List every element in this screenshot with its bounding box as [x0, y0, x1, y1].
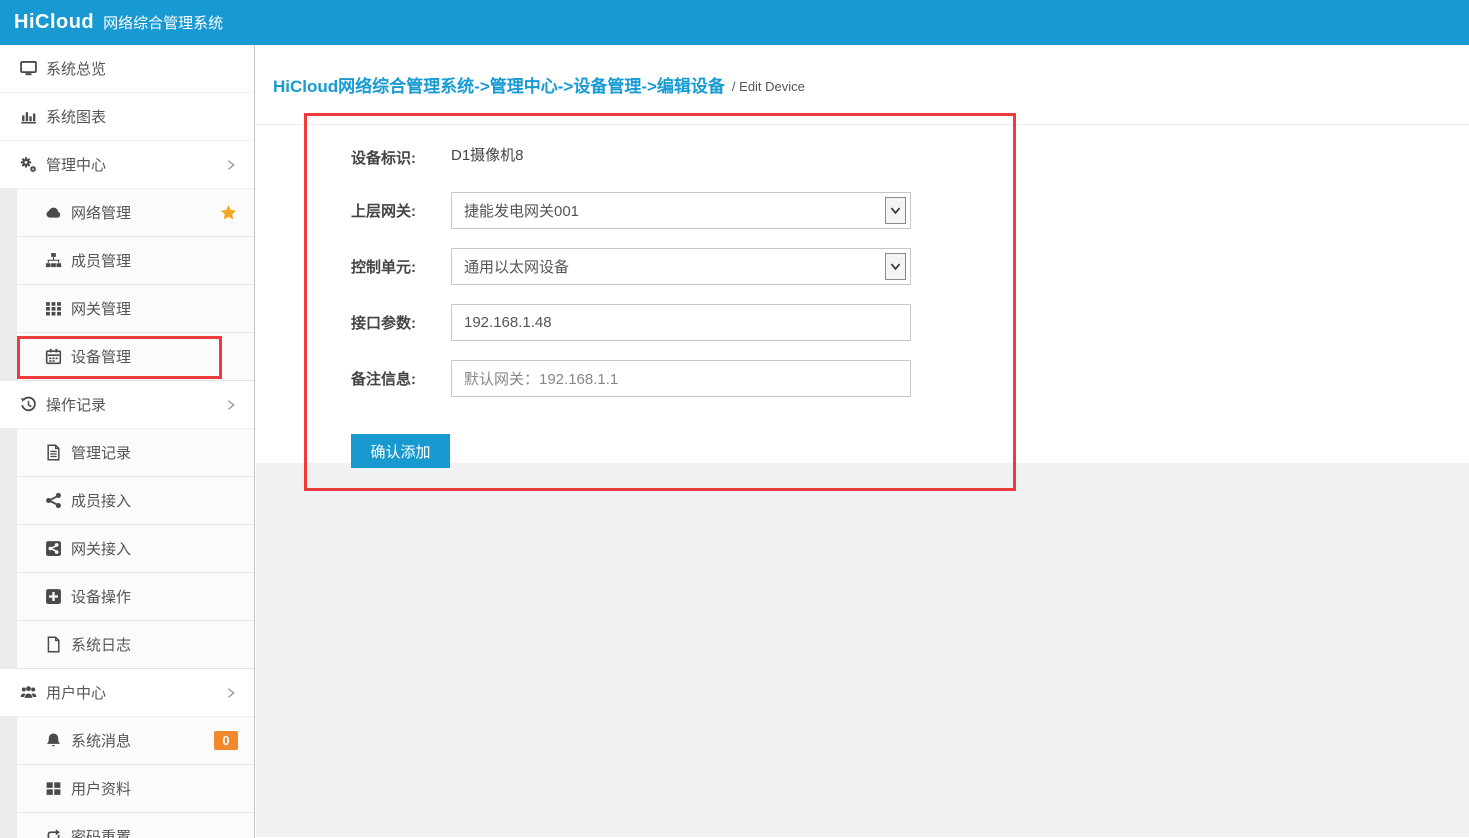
sidebar: 系统总览 系统图表 管理中心 网络管理 成员管理 网关管理 设备管理 操作记录 [0, 45, 255, 838]
op-records-submenu: 管理记录 成员接入 网关接入 设备操作 系统日志 [0, 429, 254, 669]
app-title: 网络综合管理系统 [103, 12, 223, 33]
chevron-right-icon [224, 686, 238, 700]
topbar: HiCloud 网络综合管理系统 [0, 0, 1469, 45]
sidebar-item-system-messages[interactable]: 系统消息 0 [17, 717, 254, 765]
sidebar-item-password-reset[interactable]: 密码重置 [17, 813, 254, 838]
admin-center-submenu: 网络管理 成员管理 网关管理 设备管理 [0, 189, 254, 381]
bar-chart-icon [20, 108, 37, 125]
gateway-label: 上层网关: [351, 200, 451, 221]
sidebar-item-op-records[interactable]: 操作记录 [0, 381, 254, 429]
control-unit-row: 控制单元: 通用以太网设备 [351, 248, 1469, 285]
sidebar-item-label: 系统日志 [71, 634, 131, 655]
main-content: HiCloud网络综合管理系统->管理中心->设备管理->编辑设备 / Edit… [256, 45, 1469, 838]
brand-logo: HiCloud [14, 11, 94, 34]
sidebar-item-network-mgmt[interactable]: 网络管理 [17, 189, 254, 237]
sidebar-item-gateway-access[interactable]: 网关接入 [17, 525, 254, 573]
dropdown-arrow-icon[interactable] [885, 197, 906, 224]
remark-label: 备注信息: [351, 368, 451, 389]
sidebar-item-label: 系统总览 [46, 58, 106, 79]
sidebar-item-system-charts[interactable]: 系统图表 [0, 93, 254, 141]
share-square-icon [45, 540, 62, 557]
sidebar-item-label: 网关管理 [71, 298, 131, 319]
sidebar-item-label: 管理中心 [46, 154, 106, 175]
grid-icon [45, 300, 62, 317]
device-id-label: 设备标识: [351, 147, 451, 168]
confirm-add-button[interactable]: 确认添加 [351, 434, 450, 468]
sidebar-item-label: 密码重置 [71, 826, 131, 838]
sidebar-item-system-overview[interactable]: 系统总览 [0, 45, 254, 93]
th-large-icon [45, 780, 62, 797]
sidebar-item-device-ops[interactable]: 设备操作 [17, 573, 254, 621]
sidebar-item-label: 操作记录 [46, 394, 106, 415]
cloud-icon [45, 204, 62, 221]
breadcrumb: HiCloud网络综合管理系统->管理中心->设备管理->编辑设备 / Edit… [256, 45, 1469, 125]
control-unit-label: 控制单元: [351, 256, 451, 277]
star-icon [220, 204, 237, 221]
calendar-icon [45, 348, 62, 365]
file-icon [45, 636, 62, 653]
gears-icon [20, 156, 37, 173]
sidebar-item-label: 设备操作 [71, 586, 131, 607]
remark-input[interactable] [451, 360, 911, 397]
device-id-value: D1摄像机8 [451, 144, 524, 165]
gateway-row: 上层网关: 捷能发电网关001 [351, 192, 1469, 229]
sidebar-item-label: 管理记录 [71, 442, 131, 463]
interface-params-row: 接口参数: [351, 304, 1469, 341]
sidebar-item-admin-center[interactable]: 管理中心 [0, 141, 254, 189]
user-center-submenu: 系统消息 0 用户资料 密码重置 [0, 717, 254, 838]
control-unit-selected-value: 通用以太网设备 [464, 256, 569, 277]
sidebar-item-member-access[interactable]: 成员接入 [17, 477, 254, 525]
share-icon [45, 492, 62, 509]
sidebar-item-label: 成员管理 [71, 250, 131, 271]
chevron-right-icon [224, 398, 238, 412]
breadcrumb-path: HiCloud网络综合管理系统->管理中心->设备管理->编辑设备 [273, 72, 725, 97]
plus-square-icon [45, 588, 62, 605]
sidebar-item-user-center[interactable]: 用户中心 [0, 669, 254, 717]
sidebar-item-member-mgmt[interactable]: 成员管理 [17, 237, 254, 285]
gateway-selected-value: 捷能发电网关001 [464, 200, 579, 221]
sidebar-item-label: 用户中心 [46, 682, 106, 703]
edit-device-form: 设备标识: D1摄像机8 上层网关: 捷能发电网关001 控制单元: 通用以太网… [256, 125, 1469, 463]
breadcrumb-suffix: / Edit Device [732, 76, 805, 94]
sidebar-item-label: 网关接入 [71, 538, 131, 559]
remark-row: 备注信息: [351, 360, 1469, 397]
sidebar-item-admin-records[interactable]: 管理记录 [17, 429, 254, 477]
control-unit-select[interactable]: 通用以太网设备 [451, 248, 911, 285]
sidebar-item-gateway-mgmt[interactable]: 网关管理 [17, 285, 254, 333]
sidebar-item-user-profile[interactable]: 用户资料 [17, 765, 254, 813]
sidebar-item-label: 系统图表 [46, 106, 106, 127]
chevron-right-icon [224, 158, 238, 172]
content-background [256, 463, 1469, 837]
exchange-arrows-icon [45, 828, 62, 838]
dropdown-arrow-icon[interactable] [885, 253, 906, 280]
sidebar-item-device-mgmt[interactable]: 设备管理 [17, 333, 254, 381]
sidebar-item-label: 设备管理 [71, 346, 131, 367]
sidebar-item-system-log[interactable]: 系统日志 [17, 621, 254, 669]
message-count-badge: 0 [214, 731, 238, 750]
interface-params-input[interactable] [451, 304, 911, 341]
file-text-icon [45, 444, 62, 461]
sidebar-item-label: 系统消息 [71, 730, 131, 751]
sitemap-icon [45, 252, 62, 269]
desktop-icon [20, 60, 37, 77]
users-icon [20, 684, 37, 701]
sidebar-item-label: 成员接入 [71, 490, 131, 511]
history-icon [20, 396, 37, 413]
sidebar-item-label: 用户资料 [71, 778, 131, 799]
interface-params-label: 接口参数: [351, 312, 451, 333]
device-id-row: 设备标识: D1摄像机8 [351, 147, 1469, 168]
bell-icon [45, 732, 62, 749]
sidebar-item-label: 网络管理 [71, 202, 131, 223]
gateway-select[interactable]: 捷能发电网关001 [451, 192, 911, 229]
